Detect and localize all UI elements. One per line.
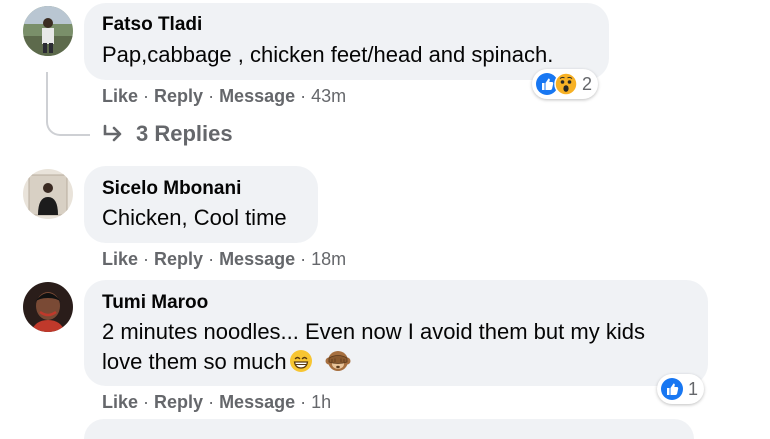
separator: ·: [208, 392, 215, 412]
reply-button[interactable]: Reply: [154, 249, 203, 269]
like-button[interactable]: Like: [102, 86, 138, 106]
avatar-fatso-tladi[interactable]: [23, 6, 73, 56]
reaction-count: 2: [582, 73, 593, 94]
separator: ·: [208, 86, 215, 106]
comment-text-line: 2 minutes noodles... Even now I avoid th…: [102, 319, 645, 344]
comment-text: Pap,cabbage , chicken feet/head and spin…: [102, 42, 554, 67]
comment-text: Chicken, Cool time: [102, 205, 287, 230]
reply-button[interactable]: Reply: [154, 86, 203, 106]
comment-actions: Like · Reply · Message · 18m: [102, 249, 346, 270]
timestamp[interactable]: 43m: [311, 86, 346, 106]
replies-label: 3 Replies: [136, 121, 233, 146]
message-button[interactable]: Message: [219, 392, 295, 412]
separator: ·: [300, 392, 307, 412]
separator: ·: [300, 249, 307, 269]
timestamp[interactable]: 18m: [311, 249, 346, 269]
comment-actions: Like · Reply · Message · 43m: [102, 86, 346, 107]
separator: ·: [300, 86, 307, 106]
like-button[interactable]: Like: [102, 249, 138, 269]
reaction-count: 1: [688, 378, 699, 399]
avatar-sicelo-mbonani[interactable]: [23, 169, 73, 219]
comment-text: 2 minutes noodles... Even now I avoid th…: [102, 317, 645, 381]
next-comment-bubble: [84, 419, 694, 439]
separator: ·: [208, 249, 215, 269]
grin-emoji-icon: [289, 349, 313, 381]
reaction-summary[interactable]: 2: [532, 69, 599, 99]
separator: ·: [143, 392, 150, 412]
comment-text-line: love them so much: [102, 347, 645, 381]
wow-icon: [554, 72, 578, 96]
message-button[interactable]: Message: [219, 86, 295, 106]
view-replies-link[interactable]: 3 Replies: [102, 121, 233, 147]
comment-text-segment: love them so much: [102, 349, 287, 374]
reply-button[interactable]: Reply: [154, 392, 203, 412]
comment-author[interactable]: Fatso Tladi: [102, 14, 202, 36]
thread-connector: [46, 72, 90, 136]
message-button[interactable]: Message: [219, 249, 295, 269]
reply-arrow-icon: [102, 124, 124, 144]
avatar-tumi-maroo[interactable]: [23, 282, 73, 332]
comment-author[interactable]: Tumi Maroo: [102, 292, 208, 314]
comment-author[interactable]: Sicelo Mbonani: [102, 178, 241, 200]
reaction-summary[interactable]: 1: [657, 374, 705, 404]
like-icon: [660, 377, 684, 401]
separator: ·: [143, 86, 150, 106]
see-no-evil-monkey-emoji-icon: [325, 349, 351, 381]
separator: ·: [143, 249, 150, 269]
like-button[interactable]: Like: [102, 392, 138, 412]
comment-actions: Like · Reply · Message · 1h: [102, 392, 331, 413]
timestamp[interactable]: 1h: [311, 392, 331, 412]
